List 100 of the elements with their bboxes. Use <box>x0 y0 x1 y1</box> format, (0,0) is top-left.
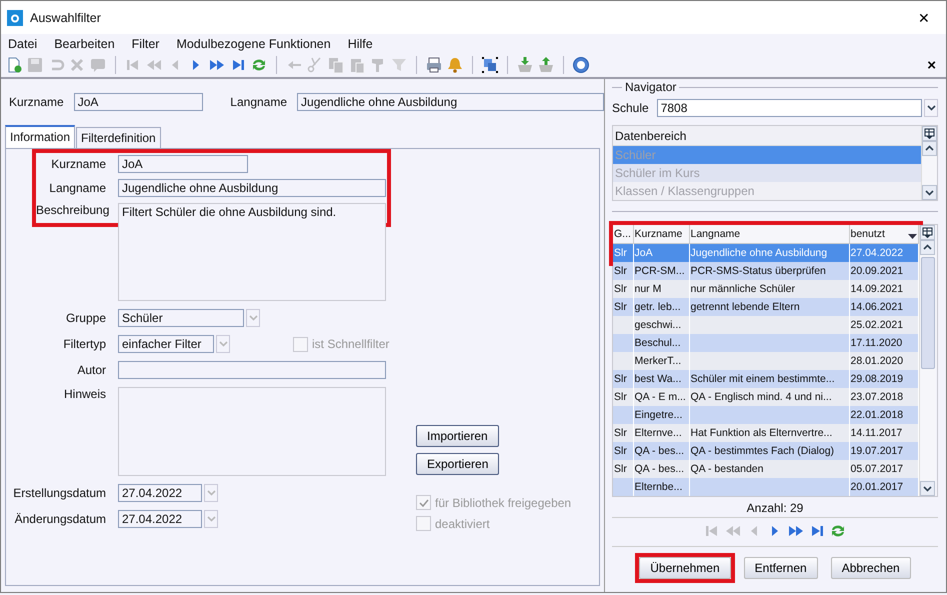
close-button[interactable]: ✕ <box>902 8 946 26</box>
table-cell: 14.09.2021 <box>849 280 918 298</box>
window-title: Auswahlfilter <box>30 10 102 24</box>
column-header[interactable]: Kurzname <box>633 225 689 244</box>
table-cell: QA - E m... <box>633 388 689 406</box>
tab[interactable]: Information <box>5 125 76 148</box>
field-label: Hinweis <box>62 387 106 401</box>
table-row[interactable]: Slr QA - bes... QA - bestanden 05.07.2017 <box>613 460 918 478</box>
table-cell: PCR-SM... <box>633 262 689 280</box>
menu-item[interactable]: Bearbeiten <box>49 36 120 50</box>
table-cell: getrennt lebende Eltern <box>689 298 849 316</box>
close-button[interactable]: × <box>927 56 936 74</box>
scroll-up-button[interactable] <box>922 141 937 156</box>
scroll-down-button[interactable] <box>922 185 937 200</box>
table-row[interactable]: Slr best Wa... Schüler mit einem bestimmte... 29.08.2019 <box>613 370 918 388</box>
action-button[interactable]: Importieren <box>416 425 499 447</box>
field-label: Filtertyp <box>62 337 106 351</box>
table-cell: 14.11.2017 <box>849 424 918 442</box>
table-cell <box>613 478 633 496</box>
table-cell: MerkerT... <box>633 352 689 370</box>
table-cell: 20.09.2021 <box>849 262 918 280</box>
table-cell: nur M <box>633 280 689 298</box>
menu-item[interactable]: Filter <box>126 36 164 50</box>
table-row[interactable]: Slr nur M nur männliche Schüler 14.09.2021 <box>613 280 918 298</box>
table-cell: 17.11.2020 <box>849 334 918 352</box>
action-button[interactable]: Abbrechen <box>830 557 911 579</box>
table-row[interactable]: Eingetre... 22.01.2018 <box>613 406 918 424</box>
scroll-down-button[interactable] <box>920 481 934 496</box>
scrollbar-thumb[interactable] <box>920 257 934 369</box>
table-cell: 27.04.2022 <box>849 244 918 262</box>
tab[interactable]: Filterdefinition <box>76 127 161 148</box>
field-label: Langname <box>48 181 106 195</box>
field-label: Gruppe <box>64 311 106 325</box>
date-field[interactable]: 27.04.2022 <box>118 484 202 502</box>
dropdown-field[interactable]: 7808 <box>656 99 922 117</box>
action-button[interactable]: Entfernen <box>744 557 818 579</box>
column-header[interactable]: benutzt <box>849 225 918 244</box>
chevron-down-icon <box>218 341 228 347</box>
action-button[interactable]: Übernehmen <box>639 557 731 579</box>
field-label: Kurzname <box>9 95 64 109</box>
input-field[interactable] <box>118 361 386 379</box>
text-area[interactable] <box>118 387 386 476</box>
bell-icon[interactable] <box>446 56 464 74</box>
column-header[interactable]: G... <box>613 225 633 244</box>
table-cell: Beschul... <box>633 334 689 352</box>
sort-icon <box>908 234 916 239</box>
column-header[interactable]: Langname <box>689 225 849 244</box>
table-cell: Slr <box>613 442 633 460</box>
table-cell <box>613 334 633 352</box>
table-row[interactable]: Slr QA - bes... QA - bestimmtes Fach (Dialog) 19.07.2017 <box>613 442 918 460</box>
table-cell: 25.02.2021 <box>849 316 918 334</box>
table-cell: 29.08.2019 <box>849 370 918 388</box>
table-cell <box>613 352 633 370</box>
menu-item[interactable]: Hilfe <box>342 36 378 50</box>
table-row[interactable]: MerkerT... 28.01.2020 <box>613 352 918 370</box>
table-cell: 22.01.2018 <box>849 406 918 424</box>
dropdown-field[interactable]: Schüler <box>118 309 244 327</box>
input-field[interactable]: Jugendliche ohne Ausbildung <box>118 179 386 197</box>
chevron-down-icon <box>926 105 936 111</box>
table-cell: Schüler mit einem bestimmte... <box>689 370 849 388</box>
table-cell: Slr <box>613 262 633 280</box>
date-field[interactable]: 27.04.2022 <box>118 510 202 528</box>
printer-icon[interactable] <box>425 56 443 74</box>
table-cell: 14.06.2021 <box>849 298 918 316</box>
table-cell: 23.07.2018 <box>849 388 918 406</box>
input-field[interactable]: Jugendliche ohne Ausbildung <box>297 93 604 111</box>
column-chooser-button[interactable] <box>922 126 937 141</box>
table-cell: 05.07.2017 <box>849 460 918 478</box>
table-row[interactable]: Slr QA - E m... QA - Englisch mind. 4 und ni... 23.07.2018 <box>613 388 918 406</box>
table-row[interactable]: Slr PCR-SM... PCR-SMS-Status überprüfen 20.09.2021 <box>613 262 918 280</box>
table-row[interactable]: Slr Elternve... Hat Funktion als Elternvertre... 14.11.2017 <box>613 424 918 442</box>
menu-item[interactable]: Modulbezogene Funktionen <box>171 36 336 50</box>
table-row[interactable]: Slr getr. leb... getrennt lebende Eltern 14.06.2021 <box>613 298 918 316</box>
help-icon[interactable] <box>572 56 590 74</box>
chevron-down-icon <box>248 315 258 321</box>
column-chooser-button[interactable] <box>920 225 934 240</box>
text-area[interactable] <box>118 223 386 301</box>
basket-download-icon[interactable] <box>516 56 534 74</box>
column-chooser-icon <box>922 227 932 238</box>
input-field[interactable]: JoA <box>118 155 248 173</box>
input-field[interactable]: JoA <box>74 93 204 111</box>
table-row[interactable]: Elternbe... 20.01.2017 <box>613 478 918 496</box>
menu-item[interactable]: Datei <box>3 36 42 50</box>
dropdown-field[interactable]: einfacher Filter <box>118 335 214 353</box>
table-cell: 20.01.2017 <box>849 478 918 496</box>
table-cell: Slr <box>613 460 633 478</box>
dropdown-button[interactable] <box>924 99 938 117</box>
table-cell: Slr <box>613 424 633 442</box>
basket-upload-icon[interactable] <box>537 56 555 74</box>
action-button[interactable]: Exportieren <box>416 453 500 475</box>
table-cell: 19.07.2017 <box>849 442 918 460</box>
table-cell: Eingetre... <box>633 406 689 424</box>
table-cell: QA - bestanden <box>689 460 849 478</box>
chevron-down-icon <box>206 490 216 496</box>
table-cell: Slr <box>613 388 633 406</box>
table-row[interactable]: Beschul... 17.11.2020 <box>613 334 918 352</box>
text-area[interactable]: Filtert Schüler die ohne Ausbildung sind. <box>118 203 386 223</box>
selection-icon[interactable] <box>481 56 499 74</box>
scroll-up-button[interactable] <box>920 240 934 255</box>
table-row[interactable]: geschwi... 25.02.2021 <box>613 316 918 334</box>
